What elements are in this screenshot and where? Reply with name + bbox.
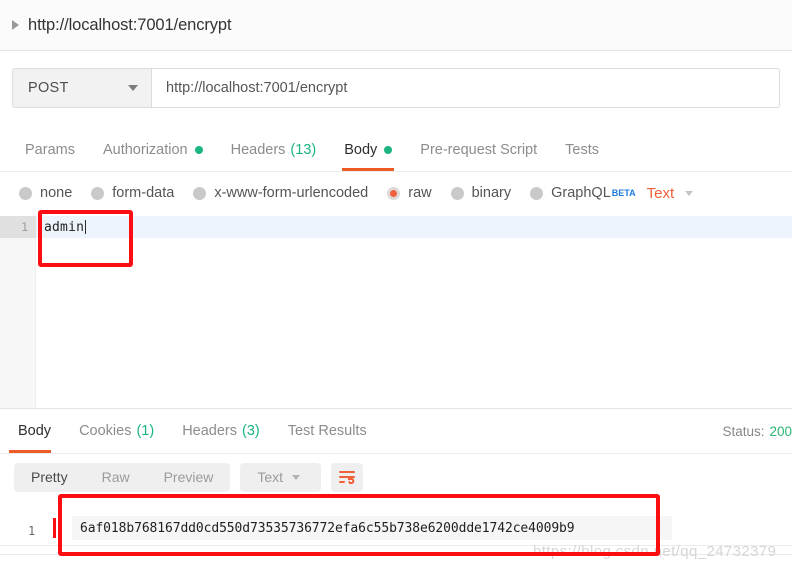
response-status: Status: 200 xyxy=(722,409,792,453)
response-view-toolbar: Pretty Raw Preview Text xyxy=(0,454,792,500)
body-type-graphql-label: GraphQL xyxy=(551,185,611,201)
editor-content: admin xyxy=(44,216,87,238)
response-body-value: 6af018b768167dd0cd550d73535736772efa6c55… xyxy=(72,516,672,540)
tab-tests-label: Tests xyxy=(565,141,599,158)
response-line-number: 1 xyxy=(28,524,36,538)
body-type-urlencoded-label: x-www-form-urlencoded xyxy=(214,185,369,201)
response-tab-cookies-count: (1) xyxy=(136,423,155,439)
response-view-raw[interactable]: Raw xyxy=(85,463,147,492)
body-type-none-label: none xyxy=(40,185,73,201)
response-tab-body[interactable]: Body xyxy=(4,409,65,453)
triangle-right-icon[interactable] xyxy=(12,20,19,30)
editor-active-line xyxy=(36,216,792,238)
radio-icon xyxy=(530,186,544,200)
word-wrap-toggle[interactable] xyxy=(331,462,364,492)
radio-icon xyxy=(450,186,464,200)
response-tabs: Body Cookies (1) Headers (3) Test Result… xyxy=(0,409,792,454)
http-method-select[interactable]: POST xyxy=(12,67,152,108)
status-code: 200 xyxy=(769,423,792,439)
page-title: http://localhost:7001/encrypt xyxy=(28,15,232,34)
radio-selected-icon xyxy=(387,186,401,200)
response-body-viewer[interactable]: 1 6af018b768167dd0cd550d73535736772efa6c… xyxy=(0,500,792,573)
tab-pre-request-script-label: Pre-request Script xyxy=(420,141,538,158)
watermark: https://blog.csdn.net/qq_24732379 xyxy=(533,543,777,560)
status-dot-icon xyxy=(194,145,203,154)
tab-body-label: Body xyxy=(344,141,378,158)
tab-headers-label: Headers xyxy=(230,141,286,158)
chevron-down-icon xyxy=(292,474,301,480)
url-input-value: http://localhost:7001/encrypt xyxy=(166,79,348,96)
radio-icon xyxy=(193,186,207,200)
editor-gutter: 1 xyxy=(0,216,36,408)
request-tabs: Params Authorization Headers (13) Body P… xyxy=(0,128,792,172)
response-view-pretty[interactable]: Pretty xyxy=(14,463,85,492)
raw-format-select[interactable]: Text xyxy=(647,185,675,202)
response-tab-headers-count: (3) xyxy=(242,423,260,439)
status-label: Status: xyxy=(722,423,765,439)
response-format-label: Text xyxy=(257,469,284,485)
response-view-preview[interactable]: Preview xyxy=(147,463,231,492)
tab-headers[interactable]: Headers (13) xyxy=(217,128,331,171)
response-tab-cookies-label: Cookies xyxy=(79,423,132,439)
tab-tests[interactable]: Tests xyxy=(551,128,613,171)
body-type-binary[interactable]: binary xyxy=(450,185,512,201)
response-format-select[interactable]: Text xyxy=(240,462,322,492)
status-dot-icon xyxy=(384,145,393,154)
body-type-options: none form-data x-www-form-urlencoded raw… xyxy=(0,172,792,214)
body-type-form-data-label: form-data xyxy=(112,185,175,201)
http-method-label: POST xyxy=(28,79,69,96)
chevron-down-icon[interactable] xyxy=(685,190,694,196)
response-format-button: Text xyxy=(240,463,321,492)
request-body-editor[interactable]: 1 admin xyxy=(0,216,792,408)
response-tab-headers[interactable]: Headers (3) xyxy=(168,409,274,453)
body-type-raw-label: raw xyxy=(408,185,432,201)
tab-body[interactable]: Body xyxy=(330,128,406,171)
response-tab-cookies[interactable]: Cookies (1) xyxy=(65,409,168,453)
response-tab-test-results-label: Test Results xyxy=(287,423,367,439)
word-wrap-icon xyxy=(339,471,356,484)
response-fold-marker xyxy=(53,518,56,538)
response-view-raw-label: Raw xyxy=(101,469,130,485)
url-input[interactable]: http://localhost:7001/encrypt xyxy=(152,67,780,108)
tab-params-label: Params xyxy=(25,141,75,158)
request-url-row: POST http://localhost:7001/encrypt xyxy=(0,51,792,124)
radio-icon xyxy=(19,186,32,200)
beta-badge: BETA xyxy=(611,188,636,198)
body-type-form-data[interactable]: form-data xyxy=(91,185,174,201)
response-tab-test-results[interactable]: Test Results xyxy=(274,409,381,453)
text-caret-icon xyxy=(85,220,87,234)
radio-icon xyxy=(91,186,105,200)
body-type-graphql[interactable]: GraphQL BETA xyxy=(530,185,636,201)
editor-line-number: 1 xyxy=(0,216,36,238)
chevron-down-icon xyxy=(128,84,138,91)
editor-content-text: admin xyxy=(44,219,85,235)
request-titlebar: http://localhost:7001/encrypt xyxy=(0,0,792,51)
body-type-raw[interactable]: raw xyxy=(387,185,432,201)
tab-authorization[interactable]: Authorization xyxy=(89,128,217,171)
body-type-binary-label: binary xyxy=(471,185,512,201)
tab-params[interactable]: Params xyxy=(11,128,89,171)
response-view-switch: Pretty Raw Preview xyxy=(14,462,231,492)
tab-authorization-label: Authorization xyxy=(102,141,188,158)
tab-headers-count: (13) xyxy=(290,141,317,158)
body-type-none[interactable]: none xyxy=(19,185,72,201)
body-type-urlencoded[interactable]: x-www-form-urlencoded xyxy=(193,185,368,201)
response-tab-body-label: Body xyxy=(18,423,52,439)
postman-window: http://localhost:7001/encrypt POST http:… xyxy=(0,0,792,573)
response-view-pretty-label: Pretty xyxy=(31,469,68,485)
tab-pre-request-script[interactable]: Pre-request Script xyxy=(406,128,551,171)
response-tab-headers-label: Headers xyxy=(182,423,237,439)
response-view-preview-label: Preview xyxy=(163,469,214,485)
